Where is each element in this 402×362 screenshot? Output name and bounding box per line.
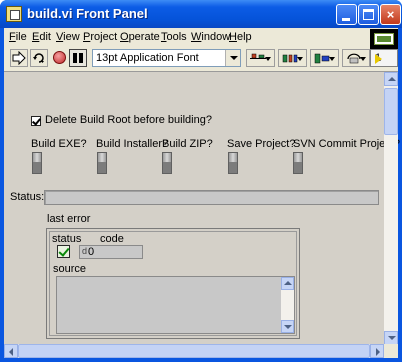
chevron-down-icon xyxy=(329,57,335,61)
cluster-frame: status code d 0 source xyxy=(49,231,297,336)
source-scrollbar[interactable] xyxy=(281,277,294,333)
last-error-label: last error xyxy=(47,213,91,225)
svn-commit-switch[interactable] xyxy=(293,152,303,174)
arrow-up-icon xyxy=(388,77,396,81)
close-button[interactable]: × xyxy=(380,4,401,25)
horizontal-scrollbar[interactable] xyxy=(4,344,384,358)
menu-project[interactable]: Project xyxy=(83,31,117,43)
toolbar: 13pt Application Font xyxy=(4,47,370,69)
scroll-right-button[interactable] xyxy=(370,344,384,358)
save-project-label: Save Project? xyxy=(227,138,296,150)
vertical-scrollbar[interactable] xyxy=(384,72,398,345)
arrow-left-icon xyxy=(9,348,13,356)
maximize-button[interactable] xyxy=(358,4,379,25)
error-code-value: 0 xyxy=(88,246,95,258)
save-project-switch[interactable] xyxy=(228,152,238,174)
font-select[interactable]: 13pt Application Font xyxy=(92,49,241,67)
client-area: File Edit View Project Operate Tools Win… xyxy=(4,28,400,358)
pause-button[interactable] xyxy=(69,49,87,67)
vi-icon xyxy=(370,29,398,49)
menu-tools[interactable]: Tools xyxy=(161,31,187,43)
vi-icon-connector-pane[interactable]: 1 xyxy=(370,29,398,67)
vi-icon-screen xyxy=(374,33,394,45)
build-exe-label: Build EXE? xyxy=(31,138,87,150)
menu-bar: File Edit View Project Operate Tools Win… xyxy=(4,28,370,47)
error-source-indicator xyxy=(56,276,295,334)
run-continuously-button[interactable] xyxy=(30,49,48,67)
chevron-down-icon xyxy=(265,57,271,61)
arrow-up-icon xyxy=(284,281,292,285)
delete-build-root-label: Delete Build Root before building? xyxy=(45,114,212,126)
last-error-cluster: status code d 0 source xyxy=(46,228,300,339)
build-zip-switch[interactable] xyxy=(162,152,172,174)
menu-window[interactable]: Window xyxy=(191,31,230,43)
chevron-down-icon xyxy=(360,57,366,61)
scroll-up-button[interactable] xyxy=(384,72,398,86)
scroll-down-button[interactable] xyxy=(384,331,398,345)
connector-pane: 1 xyxy=(370,49,398,67)
menu-operate[interactable]: Operate xyxy=(120,31,160,43)
run-button[interactable] xyxy=(10,49,28,67)
run-indicator-icon xyxy=(375,54,395,64)
menu-help[interactable]: Help xyxy=(229,31,252,43)
error-code-label: code xyxy=(100,233,124,245)
menu-edit[interactable]: Edit xyxy=(32,31,51,43)
front-panel: Delete Build Root before building? Build… xyxy=(4,71,400,345)
resize-objects-button[interactable] xyxy=(310,49,339,67)
scroll-corner xyxy=(384,344,398,358)
error-status-indicator xyxy=(57,245,70,258)
scroll-thumb[interactable] xyxy=(384,88,398,135)
window: build.vi Front Panel × File Edit View Pr… xyxy=(0,0,402,362)
build-zip-label: Build ZIP? xyxy=(162,138,213,150)
chevron-down-icon[interactable] xyxy=(225,50,240,66)
minimize-icon xyxy=(342,18,350,21)
menu-file[interactable]: File xyxy=(9,31,27,43)
maximize-icon xyxy=(363,9,374,20)
distribute-icon xyxy=(282,54,298,63)
arrow-down-icon xyxy=(388,336,396,340)
align-objects-button[interactable] xyxy=(246,49,275,67)
scroll-up-button[interactable] xyxy=(281,277,294,290)
scroll-thumb[interactable] xyxy=(18,344,370,358)
reorder-button[interactable] xyxy=(342,49,370,67)
status-label: Status: xyxy=(10,191,45,203)
arrow-right-icon xyxy=(376,348,380,356)
build-installer-switch[interactable] xyxy=(97,152,107,174)
error-code-indicator: d 0 xyxy=(79,245,143,259)
arrow-down-icon xyxy=(284,325,292,329)
font-select-value: 13pt Application Font xyxy=(96,52,199,64)
error-status-label: status xyxy=(52,233,82,245)
delete-build-root-checkbox[interactable] xyxy=(31,116,41,126)
scroll-down-button[interactable] xyxy=(281,320,294,333)
align-icon xyxy=(250,53,266,59)
error-source-label: source xyxy=(53,263,87,275)
window-title: build.vi Front Panel xyxy=(27,6,148,21)
abort-button[interactable] xyxy=(51,49,67,67)
run-arrow-icon xyxy=(12,51,26,65)
title-bar[interactable]: build.vi Front Panel × xyxy=(0,0,402,28)
minimize-button[interactable] xyxy=(336,4,357,25)
distribute-objects-button[interactable] xyxy=(278,49,307,67)
build-exe-switch[interactable] xyxy=(32,152,42,174)
build-installer-label: Build Installer? xyxy=(96,138,169,150)
app-icon xyxy=(6,6,22,22)
run-continuously-icon xyxy=(33,53,44,63)
status-indicator xyxy=(44,190,379,205)
menu-view[interactable]: View xyxy=(56,31,80,43)
resize-icon xyxy=(314,53,330,64)
scroll-left-button[interactable] xyxy=(4,344,18,358)
radix-indicator: d xyxy=(82,246,88,256)
chevron-down-icon xyxy=(297,57,303,61)
abort-icon xyxy=(53,51,66,64)
